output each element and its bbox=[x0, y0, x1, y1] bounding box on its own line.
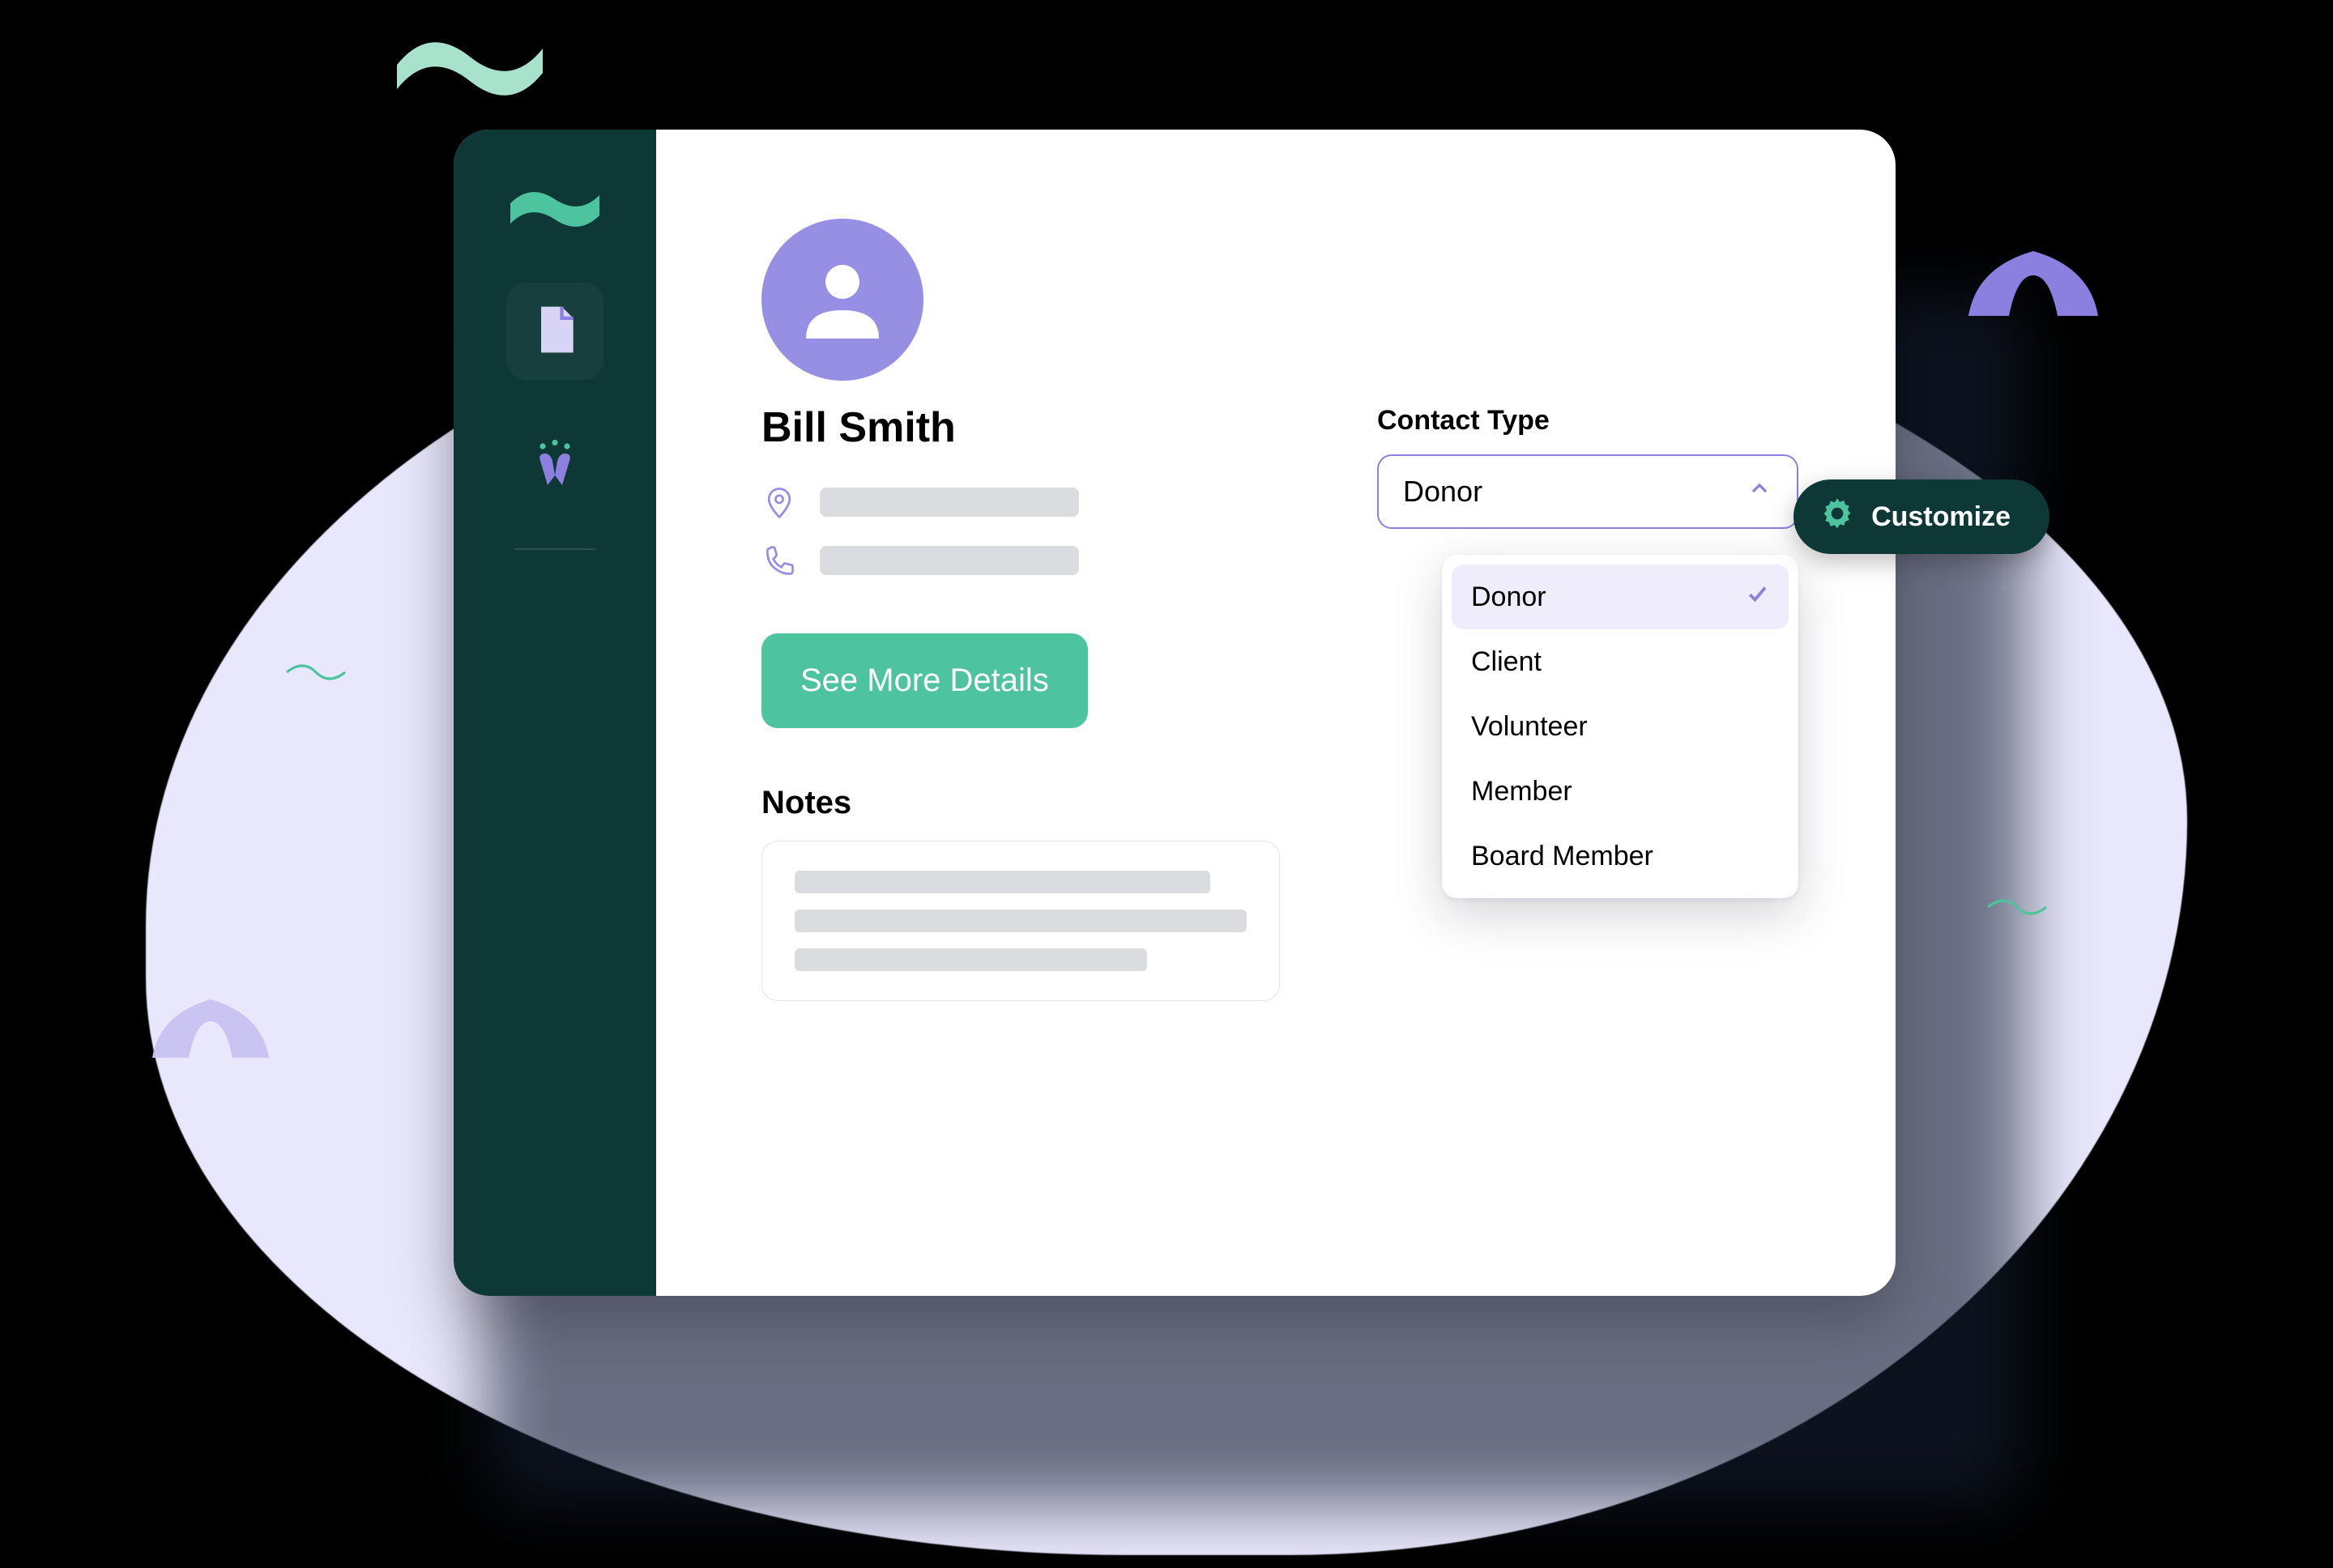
notes-placeholder-line bbox=[795, 948, 1147, 971]
location-pin-icon bbox=[761, 484, 797, 520]
option-label: Donor bbox=[1471, 582, 1546, 613]
contact-type-select[interactable]: Donor bbox=[1377, 454, 1798, 529]
main-panel: Bill Smith See More Details Notes bbox=[656, 130, 1896, 1296]
customize-button[interactable]: Customize bbox=[1793, 479, 2049, 554]
dropdown-option-member[interactable]: Member bbox=[1452, 759, 1789, 824]
app-logo-icon bbox=[506, 175, 604, 244]
sidebar-item-contacts[interactable] bbox=[506, 283, 604, 380]
address-placeholder bbox=[820, 488, 1079, 517]
customize-label: Customize bbox=[1871, 501, 2011, 533]
notes-heading: Notes bbox=[761, 785, 1280, 821]
notes-placeholder-line bbox=[795, 910, 1247, 932]
document-icon bbox=[527, 302, 582, 361]
wave-decoration-icon bbox=[284, 656, 348, 688]
option-label: Board Member bbox=[1471, 841, 1653, 872]
contact-name: Bill Smith bbox=[761, 403, 1280, 452]
phone-icon bbox=[761, 543, 797, 578]
contact-type-label: Contact Type bbox=[1377, 405, 1798, 437]
sidebar bbox=[454, 130, 656, 1296]
wave-decoration-icon bbox=[138, 988, 284, 1069]
option-label: Client bbox=[1471, 646, 1542, 678]
dropdown-option-donor[interactable]: Donor bbox=[1452, 565, 1789, 629]
person-icon bbox=[794, 249, 891, 351]
sidebar-divider bbox=[514, 548, 595, 550]
gear-icon bbox=[1819, 496, 1855, 539]
contact-type-selected-value: Donor bbox=[1403, 475, 1482, 509]
notes-placeholder-line bbox=[795, 871, 1210, 893]
contact-type-dropdown: Donor Client Volunteer Member Board Memb… bbox=[1442, 555, 1798, 898]
check-icon bbox=[1745, 582, 1769, 613]
chevron-up-icon bbox=[1747, 475, 1772, 509]
wave-decoration-icon bbox=[389, 16, 551, 97]
phone-row bbox=[761, 543, 1280, 578]
notes-box bbox=[761, 841, 1280, 1001]
sidebar-item-celebrate[interactable] bbox=[506, 419, 604, 516]
celebrate-hands-icon bbox=[526, 437, 584, 499]
phone-placeholder bbox=[820, 546, 1079, 575]
dropdown-option-client[interactable]: Client bbox=[1452, 629, 1789, 694]
app-window: Bill Smith See More Details Notes bbox=[454, 130, 1896, 1296]
dropdown-option-board-member[interactable]: Board Member bbox=[1452, 824, 1789, 888]
wave-decoration-icon bbox=[1985, 891, 2049, 923]
avatar bbox=[761, 219, 923, 381]
see-more-details-button[interactable]: See More Details bbox=[761, 633, 1088, 728]
dropdown-option-volunteer[interactable]: Volunteer bbox=[1452, 694, 1789, 759]
option-label: Member bbox=[1471, 776, 1572, 807]
wave-decoration-icon bbox=[1952, 235, 2114, 332]
option-label: Volunteer bbox=[1471, 711, 1588, 743]
address-row bbox=[761, 484, 1280, 520]
